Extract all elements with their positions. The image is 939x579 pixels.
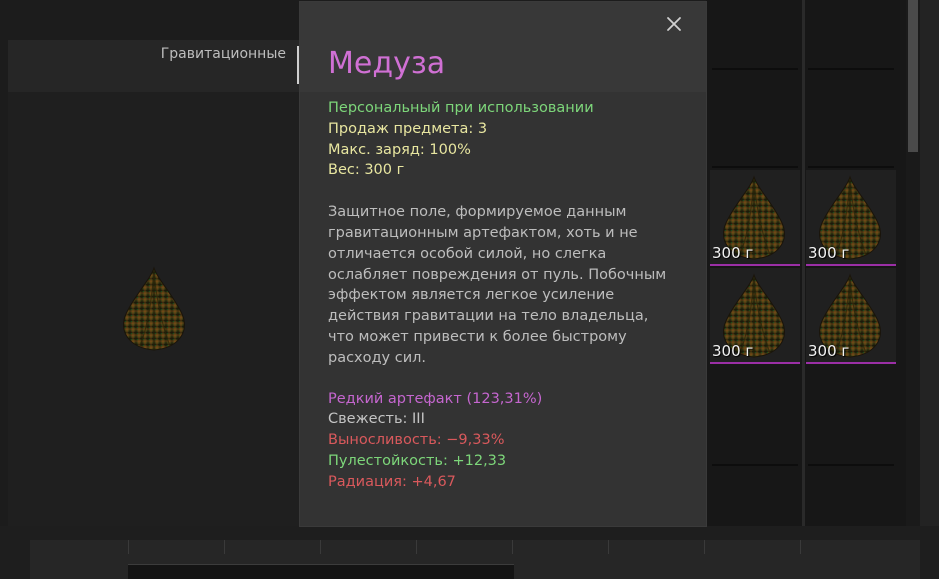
inventory-grid: 300 г 300 г 300 г 300 г [706, 0, 906, 540]
tooltip-body: Персональный при использовании Продаж пр… [328, 98, 688, 493]
inventory-slot[interactable]: 300 г [806, 268, 896, 364]
category-tab[interactable]: Гравитационные [8, 40, 300, 92]
freshness-text: Свежесть: III [328, 411, 425, 428]
slot-weight: 300 г [712, 244, 754, 262]
rarity-text: Редкий артефакт (123,31%) [328, 390, 543, 407]
grid-row-divider [808, 464, 894, 466]
sell-count-text: Продаж предмета: 3 [328, 120, 488, 137]
cell-divider [704, 540, 705, 554]
close-icon [667, 17, 681, 31]
bottom-input-field[interactable] [128, 564, 514, 579]
window-edge [920, 0, 939, 579]
weight-text: Вес: 300 г [328, 162, 405, 179]
inventory-slot[interactable]: 300 г [710, 170, 800, 266]
stat-line: Радиация: +4,67 [328, 473, 456, 490]
medusa-artifact-icon [118, 266, 190, 356]
cell-divider [512, 540, 513, 554]
max-charge-text: Макс. заряд: 100% [328, 141, 471, 158]
slot-weight: 300 г [808, 342, 850, 360]
cell-divider [608, 540, 609, 554]
close-button[interactable] [664, 14, 684, 34]
cell-divider [224, 540, 225, 554]
inventory-slot[interactable]: 300 г [806, 170, 896, 266]
grid-row-divider [808, 68, 894, 70]
category-label: Гравитационные [160, 46, 286, 62]
inventory-slot[interactable]: 300 г [710, 268, 800, 364]
cell-divider [320, 540, 321, 554]
cell-divider [128, 540, 129, 554]
slot-weight: 300 г [712, 342, 754, 360]
grid-row-divider [712, 166, 798, 168]
grid-row-divider [808, 166, 894, 168]
grid-row-divider [712, 68, 798, 70]
item-title: Медуза [328, 46, 446, 81]
item-tooltip: Медуза Персональный при использовании Пр… [300, 2, 706, 526]
item-description: Защитное поле, формируемое данным гравит… [328, 204, 667, 366]
scrollbar-thumb[interactable] [908, 0, 918, 152]
cell-divider [800, 540, 801, 554]
stat-line: Выносливость: −9,33% [328, 432, 505, 449]
cell-divider [416, 540, 417, 554]
slot-weight: 300 г [808, 244, 850, 262]
inventory-scrollbar[interactable] [906, 0, 920, 540]
stats-block: Редкий артефакт (123,31%) Свежесть: III … [328, 389, 688, 493]
grid-row-divider [712, 464, 798, 466]
inventory-screen: Гравитационные 300 г 300 г 300 г 300 г М… [0, 0, 939, 579]
binding-text: Персональный при использовании [328, 100, 594, 116]
grid-column-divider [802, 0, 805, 540]
artifact-preview-panel: Гравитационные [8, 40, 300, 526]
stat-line: Пулестойкость: +12,33 [328, 452, 507, 469]
